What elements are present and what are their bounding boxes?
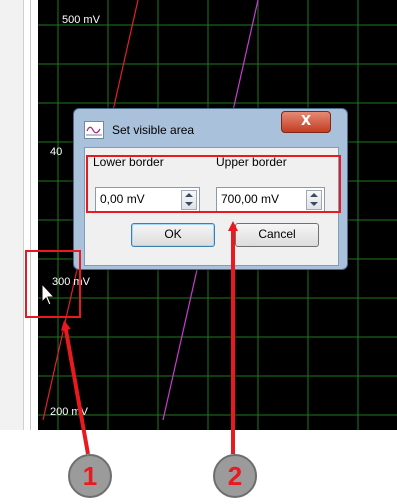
close-button[interactable]: X [281,111,331,133]
cancel-button[interactable]: Cancel [235,223,319,247]
y-label-200: 200 mV [50,406,88,418]
y-label-400: 40 [50,146,63,158]
scrollbar[interactable] [23,0,30,430]
side-panel [0,0,31,430]
ok-button[interactable]: OK [131,223,215,247]
y-label-500: 500 mV [62,14,100,26]
annotation-badge-2: 2 [213,454,257,498]
y-axis-label-highlight [25,250,81,318]
border-fields-highlight [86,155,341,213]
annotation-badge-1: 1 [68,454,112,498]
dialog-title: Set visible area [112,123,195,137]
waveform-icon [84,121,104,139]
